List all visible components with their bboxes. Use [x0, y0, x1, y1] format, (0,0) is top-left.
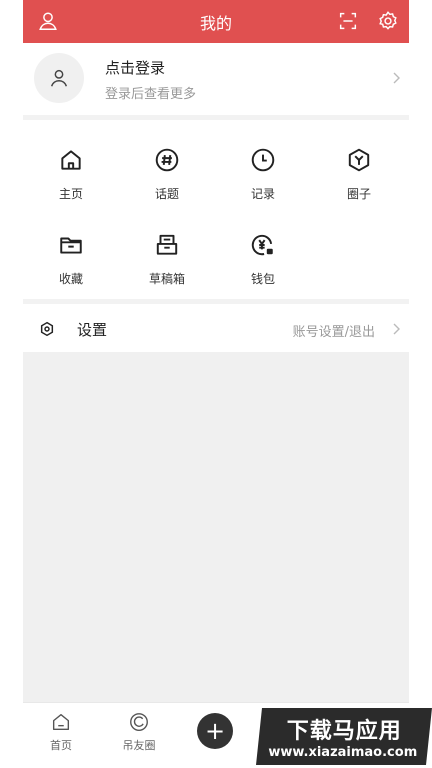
- wallet-icon: [248, 230, 278, 260]
- plus-icon: +: [204, 717, 226, 745]
- page-title: 我的: [199, 13, 232, 33]
- login-subtitle: 登录后查看更多: [105, 87, 197, 102]
- cube-icon: [344, 145, 374, 175]
- scan-icon[interactable]: [335, 8, 361, 34]
- tab-label: 首页: [50, 739, 72, 752]
- watermark: 下载马应用 www.xiazaimao.com: [256, 708, 432, 765]
- grid-label: 钱包: [250, 272, 275, 286]
- user-icon[interactable]: [35, 8, 61, 34]
- tab-home[interactable]: 首页: [31, 711, 91, 753]
- login-row[interactable]: 点击登录 登录后查看更多: [23, 43, 409, 115]
- home-icon: [56, 145, 86, 175]
- chevron-right-icon: [393, 72, 400, 84]
- avatar[interactable]: [34, 53, 84, 103]
- grid-item-drafts[interactable]: 草稿箱: [119, 230, 215, 300]
- grid-label: 记录: [250, 187, 275, 201]
- hashtag-icon: [152, 145, 182, 175]
- app-frame: 我的 点击登录 登录后查看更多 主页 话题 记录 圈子 收藏 草稿箱 钱包 设置…: [23, 0, 409, 768]
- drafts-icon: [152, 230, 182, 260]
- grid-item-circles[interactable]: 圈子: [311, 145, 407, 215]
- grid-label: 收藏: [58, 272, 83, 286]
- grid-label: 主页: [58, 187, 83, 201]
- grid-item-records[interactable]: 记录: [215, 145, 311, 215]
- grid-item-topics[interactable]: 话题: [119, 145, 215, 215]
- person-icon: [50, 69, 68, 87]
- gear-icon[interactable]: [375, 8, 401, 34]
- settings-icon: [38, 320, 56, 338]
- grid-label: 圈子: [346, 187, 371, 201]
- login-title: 点击登录: [105, 59, 166, 77]
- home-tab-icon: [52, 713, 70, 731]
- add-post-button[interactable]: +: [197, 713, 233, 749]
- content-area: [23, 352, 409, 702]
- divider: [23, 115, 409, 120]
- grid-item-wallet[interactable]: 钱包: [215, 230, 311, 300]
- clock-icon: [248, 145, 278, 175]
- circle-tab-icon: [130, 713, 148, 731]
- tab-label: 吊友圈: [122, 739, 156, 752]
- settings-row[interactable]: 设置 账号设置/退出: [23, 306, 409, 351]
- grid-label: 草稿箱: [148, 272, 185, 286]
- folder-icon: [56, 230, 86, 260]
- watermark-title: 下载马应用: [287, 719, 403, 744]
- grid-item-favorites[interactable]: 收藏: [23, 230, 119, 300]
- chevron-right-icon: [393, 323, 400, 335]
- divider: [23, 299, 409, 304]
- tab-friends-circle[interactable]: 吊友圈: [109, 711, 169, 753]
- top-bar: 我的: [23, 0, 409, 43]
- grid-item-home[interactable]: 主页: [23, 145, 119, 215]
- grid-label: 话题: [154, 187, 179, 201]
- settings-hint: 账号设置/退出: [292, 325, 375, 340]
- watermark-url: www.xiazaimao.com: [267, 745, 417, 760]
- settings-title: 设置: [77, 321, 108, 339]
